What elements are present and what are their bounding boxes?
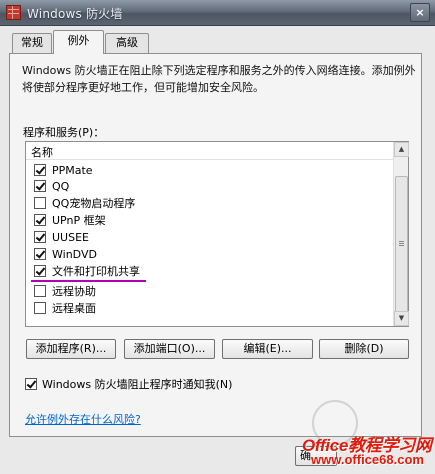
item-checkbox[interactable]: [34, 248, 46, 260]
add-port-button[interactable]: 添加端口(O)...: [124, 339, 215, 359]
item-checkbox[interactable]: [34, 285, 46, 297]
list-item[interactable]: PPMate: [34, 162, 93, 178]
list-item[interactable]: UUSEE: [34, 229, 89, 245]
watermark-url: www.office68.com: [311, 452, 424, 467]
item-label: QQ宠物启动程序: [52, 197, 136, 210]
programs-services-label: 程序和服务(P)：: [23, 126, 105, 139]
exception-risk-link[interactable]: 允许例外存在什么风险?: [25, 411, 141, 427]
item-checkbox[interactable]: [34, 180, 46, 192]
highlight-underline: [31, 280, 146, 282]
item-checkbox[interactable]: [34, 197, 46, 209]
item-checkbox[interactable]: [34, 164, 46, 176]
close-button[interactable]: ×: [410, 3, 430, 22]
item-label: QQ: [52, 179, 70, 193]
item-checkbox[interactable]: [34, 214, 46, 226]
tab-exceptions[interactable]: 例外: [53, 30, 104, 54]
notify-label: Windows 防火墙阻止程序时通知我(N): [42, 378, 233, 391]
scroll-up-icon[interactable]: ▲: [394, 142, 409, 157]
title-bar[interactable]: Windows 防火墙 ×: [0, 0, 435, 26]
list-item[interactable]: QQ: [34, 178, 69, 194]
item-checkbox[interactable]: [34, 231, 46, 243]
header-divider: [26, 159, 394, 160]
list-item[interactable]: 远程桌面: [34, 300, 96, 316]
item-checkbox[interactable]: [34, 302, 46, 314]
list-column-header[interactable]: 名称: [31, 144, 53, 160]
add-program-button[interactable]: 添加程序(R)...: [26, 339, 116, 359]
item-label: WinDVD: [52, 247, 97, 261]
item-label: 远程桌面: [52, 302, 96, 315]
notify-checkbox[interactable]: [25, 378, 37, 390]
scroll-down-icon[interactable]: ▼: [394, 311, 409, 326]
tab-general[interactable]: 常规: [12, 33, 52, 53]
exceptions-description: Windows 防火墙正在阻止除下列选定程序和服务之外的传入网络连接。添加例外将…: [22, 64, 416, 94]
item-label: UUSEE: [52, 230, 89, 244]
list-scrollbar[interactable]: ▲ ▼: [393, 142, 409, 326]
window-title: Windows 防火墙: [27, 7, 123, 21]
item-checkbox[interactable]: [34, 265, 46, 277]
item-label: PPMate: [52, 163, 93, 177]
list-item[interactable]: 文件和打印机共享: [34, 263, 140, 279]
notify-option[interactable]: Windows 防火墙阻止程序时通知我(N): [25, 377, 232, 391]
firewall-icon: [6, 5, 21, 20]
delete-button[interactable]: 删除(D): [319, 339, 409, 359]
list-item[interactable]: 远程协助: [34, 283, 96, 299]
item-label: 远程协助: [52, 285, 96, 298]
list-item[interactable]: QQ宠物启动程序: [34, 195, 135, 211]
item-label: UPnP 框架: [52, 214, 106, 227]
edit-button[interactable]: 编辑(E)...: [222, 339, 313, 359]
item-label: 文件和打印机共享: [52, 265, 140, 278]
grip-icon: [399, 241, 404, 242]
list-item[interactable]: UPnP 框架: [34, 212, 106, 228]
tab-advanced[interactable]: 高级: [105, 33, 149, 53]
scroll-thumb[interactable]: [395, 176, 408, 316]
list-item[interactable]: WinDVD: [34, 246, 97, 262]
